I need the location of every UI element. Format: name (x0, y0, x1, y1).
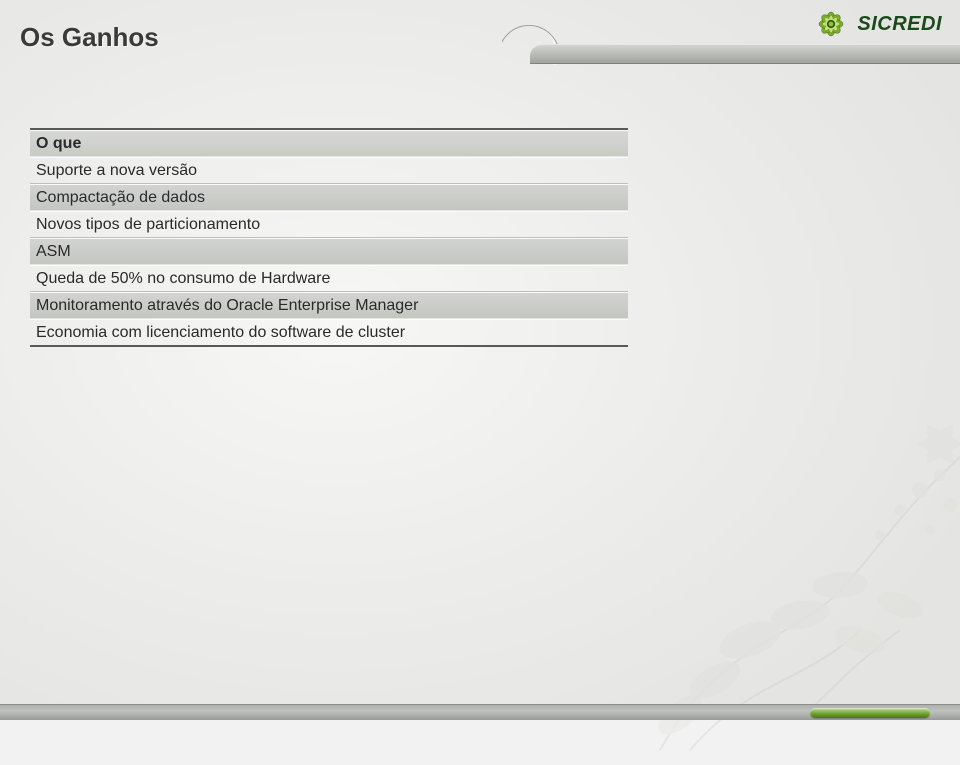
table-cell: Queda de 50% no consumo de Hardware (36, 270, 330, 288)
table-row: ASM (30, 238, 628, 264)
table-cell: ASM (36, 243, 71, 261)
brand-logo: SICREDI (813, 6, 942, 42)
logo-mark-icon (813, 6, 849, 42)
table-row: Suporte a nova versão (30, 157, 628, 183)
table-row: Compactação de dados (30, 184, 628, 210)
table-row: Monitoramento através do Oracle Enterpri… (30, 292, 628, 318)
brand-name: SICREDI (857, 13, 942, 36)
table-header-cell: O que (36, 135, 81, 153)
table-row: Queda de 50% no consumo de Hardware (30, 265, 628, 291)
background-gradient (0, 0, 960, 720)
table-row: Economia com licenciamento do software d… (30, 319, 628, 345)
table-cell: Compactação de dados (36, 189, 205, 207)
content-table: O que Suporte a nova versão Compactação … (30, 128, 628, 347)
footer-bar (0, 704, 960, 720)
table-header-row: O que (30, 130, 628, 156)
table-cell: Suporte a nova versão (36, 162, 197, 180)
table-cell: Novos tipos de particionamento (36, 216, 260, 234)
table-row: Novos tipos de particionamento (30, 211, 628, 237)
slide-title: Os Ganhos (20, 22, 159, 53)
table-cell: Monitoramento através do Oracle Enterpri… (36, 297, 418, 315)
table-cell: Economia com licenciamento do software d… (36, 324, 405, 342)
